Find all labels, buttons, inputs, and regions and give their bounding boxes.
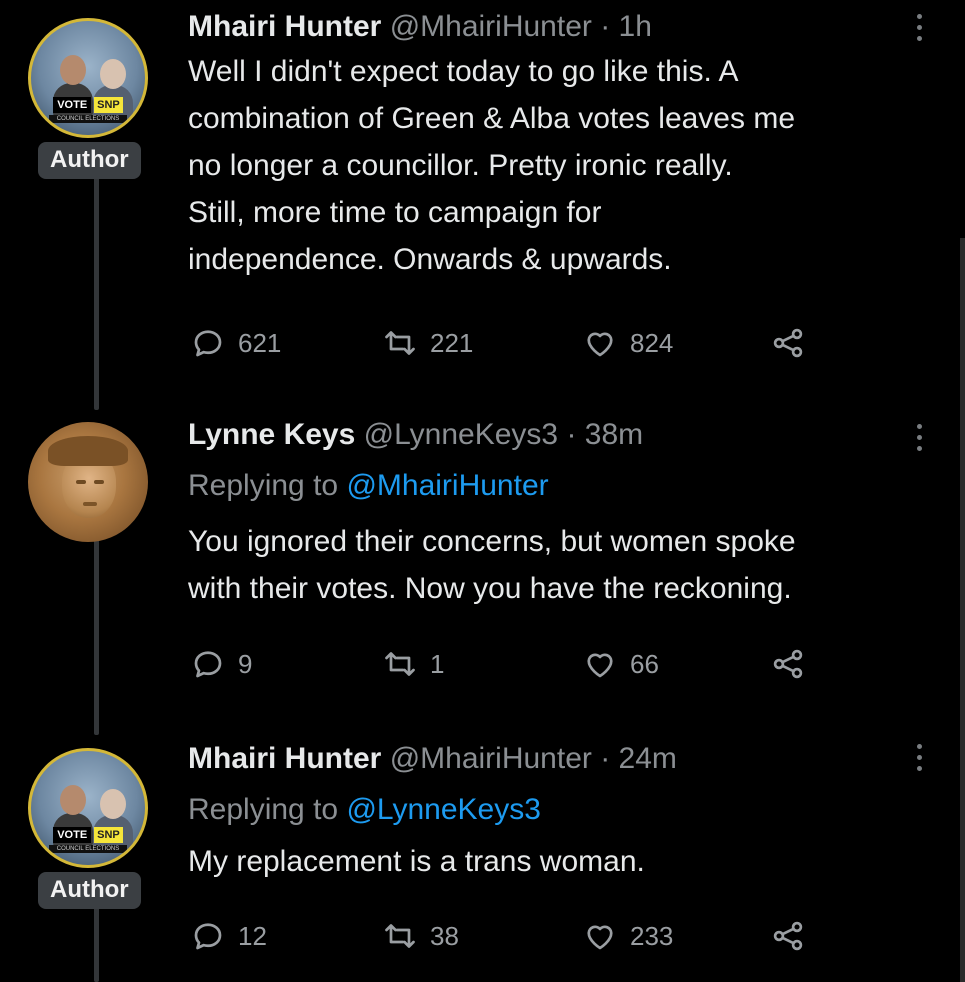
reply-bubble-icon — [194, 330, 222, 357]
avatar-snp-text: SNP — [94, 827, 123, 843]
display-name[interactable]: Mhairi Hunter — [188, 10, 381, 43]
tweet-text-line: You ignored their concerns, but women sp… — [188, 525, 796, 558]
reply-button[interactable]: 621 — [190, 325, 281, 361]
tweet-actions: 12 38 233 — [190, 918, 830, 954]
tweet-time[interactable]: · 1h — [600, 10, 652, 43]
replying-to-mention[interactable]: @LynneKeys3 — [346, 793, 540, 826]
tweet[interactable]: Lynne Keys @LynneKeys3 · 38m Replying to… — [0, 410, 965, 720]
avatar-block: VOTE SNP COUNCIL ELECTIONS Author — [28, 748, 162, 909]
more-options-icon[interactable] — [913, 744, 925, 771]
avatar[interactable]: VOTE SNP COUNCIL ELECTIONS — [28, 18, 148, 138]
tweet-text-line: Still, more time to campaign for — [188, 196, 602, 229]
tweet-text-line: no longer a councillor. Pretty ironic re… — [188, 149, 733, 182]
share-button[interactable] — [770, 325, 806, 361]
replying-to-label: Replying to — [188, 793, 339, 826]
avatar-vote-text: VOTE — [53, 97, 92, 113]
tweet-text-line: Well I didn't expect today to go like th… — [188, 55, 739, 88]
tweet-actions: 621 221 824 — [190, 325, 830, 361]
user-handle[interactable]: @LynneKeys3 — [364, 418, 558, 451]
replying-to-label: Replying to — [188, 469, 339, 502]
avatar-snp-text: SNP — [94, 97, 123, 113]
display-name[interactable]: Lynne Keys — [188, 418, 355, 451]
author-badge: Author — [38, 872, 141, 909]
tweet-text-line: My replacement is a trans woman. — [188, 845, 645, 878]
reply-count: 621 — [238, 327, 282, 358]
replying-to-mention[interactable]: @MhairiHunter — [346, 469, 548, 502]
avatar[interactable] — [28, 422, 148, 542]
reply-bubble-icon — [194, 923, 222, 950]
avatar-block: VOTE SNP COUNCIL ELECTIONS Author — [28, 18, 162, 179]
avatar-vote-text: VOTE — [53, 827, 92, 843]
share-icon — [773, 921, 803, 951]
reply-button[interactable]: 12 — [190, 918, 267, 954]
like-button[interactable]: 233 — [582, 918, 673, 954]
tweet-time[interactable]: · 24m — [600, 742, 677, 775]
tweet-header: Mhairi Hunter @MhairiHunter · 24m — [188, 740, 938, 778]
reply-bubble-icon — [194, 651, 222, 678]
reply-count: 9 — [238, 648, 253, 679]
retweet-button[interactable]: 1 — [382, 646, 444, 682]
retweet-icon — [385, 652, 415, 676]
retweet-count: 221 — [430, 327, 474, 358]
like-count: 233 — [630, 920, 674, 951]
like-count: 824 — [630, 327, 674, 358]
like-button[interactable]: 824 — [582, 325, 673, 361]
heart-icon — [587, 332, 613, 357]
retweet-icon — [385, 331, 415, 355]
like-button[interactable]: 66 — [582, 646, 659, 682]
avatar-block — [28, 422, 162, 542]
share-icon — [773, 649, 803, 679]
more-options-icon[interactable] — [913, 14, 925, 41]
tweet[interactable]: VOTE SNP COUNCIL ELECTIONS Author Mhairi… — [0, 730, 965, 982]
avatar[interactable]: VOTE SNP COUNCIL ELECTIONS — [28, 748, 148, 868]
tweet-text: My replacement is a trans woman. — [188, 838, 938, 885]
reply-count: 12 — [238, 920, 267, 951]
like-count: 66 — [630, 648, 659, 679]
tweet-time[interactable]: · 38m — [566, 418, 643, 451]
tweet-text-line: independence. Onwards & upwards. — [188, 243, 672, 276]
tweet[interactable]: VOTE SNP COUNCIL ELECTIONS Author Mhairi… — [0, 0, 965, 400]
heart-icon — [587, 925, 613, 950]
avatar-strip-text: COUNCIL ELECTIONS — [49, 115, 127, 123]
twitter-thread: VOTE SNP COUNCIL ELECTIONS Author Mhairi… — [0, 0, 965, 982]
tweet-text: Well I didn't expect today to go like th… — [188, 48, 938, 283]
tweet-text-line: combination of Green & Alba votes leaves… — [188, 102, 796, 135]
retweet-count: 38 — [430, 920, 459, 951]
share-button[interactable] — [770, 918, 806, 954]
more-options-icon[interactable] — [913, 424, 925, 451]
tweet-header: Mhairi Hunter @MhairiHunter · 1h — [188, 8, 938, 46]
tweet-actions: 9 1 66 — [190, 646, 830, 682]
reply-button[interactable]: 9 — [190, 646, 252, 682]
avatar-strip-text: COUNCIL ELECTIONS — [49, 845, 127, 853]
tweet-text: You ignored their concerns, but women sp… — [188, 518, 938, 612]
retweet-button[interactable]: 221 — [382, 325, 473, 361]
tweet-text-line: with their votes. Now you have the recko… — [188, 572, 792, 605]
retweet-button[interactable]: 38 — [382, 918, 459, 954]
tweet-header: Lynne Keys @LynneKeys3 · 38m — [188, 416, 938, 454]
user-handle[interactable]: @MhairiHunter — [390, 10, 592, 43]
display-name[interactable]: Mhairi Hunter — [188, 742, 381, 775]
replying-to: Replying to @MhairiHunter — [188, 466, 938, 506]
retweet-icon — [385, 924, 415, 948]
author-badge: Author — [38, 142, 141, 179]
replying-to: Replying to @LynneKeys3 — [188, 790, 938, 830]
share-icon — [773, 328, 803, 358]
share-button[interactable] — [770, 646, 806, 682]
heart-icon — [587, 653, 613, 678]
user-handle[interactable]: @MhairiHunter — [390, 742, 592, 775]
retweet-count: 1 — [430, 648, 445, 679]
